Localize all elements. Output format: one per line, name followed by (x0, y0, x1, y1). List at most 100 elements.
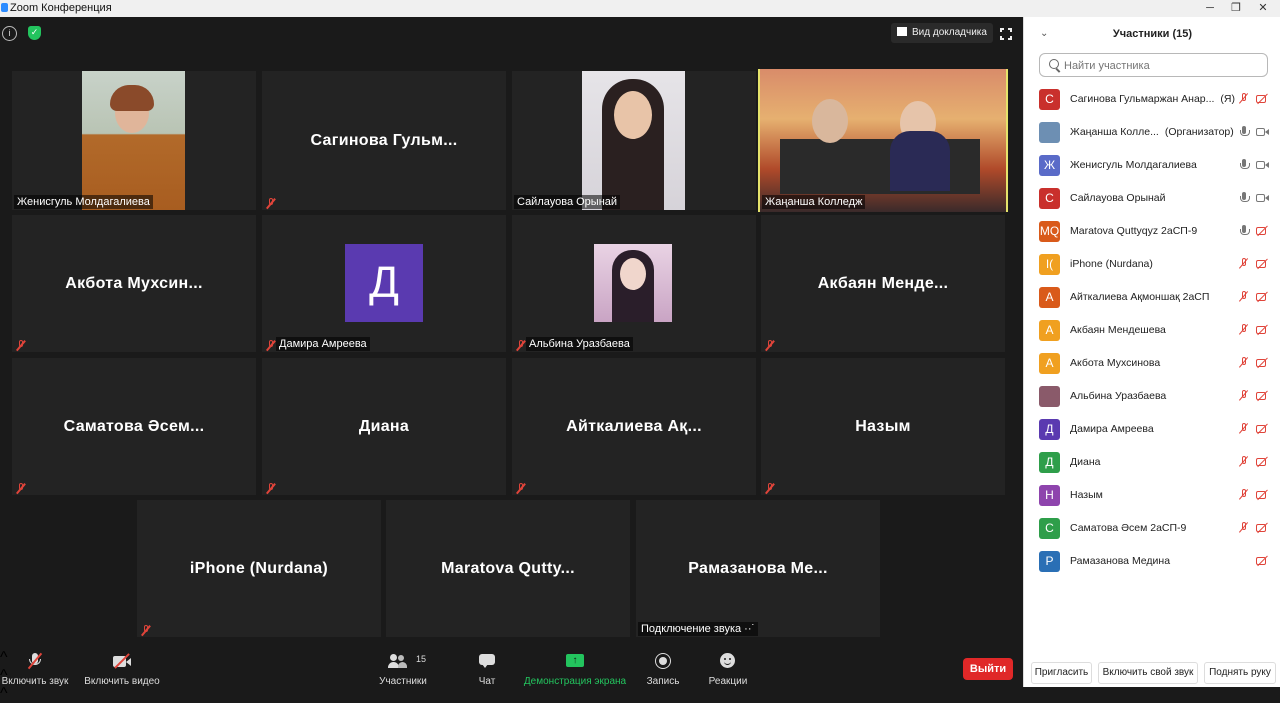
video-tile[interactable]: iPhone (Nurdana) (137, 500, 381, 637)
participant-name-title: Саматова Әсем... (63, 417, 205, 435)
video-tile[interactable]: Сайлауова Орынай (512, 71, 756, 210)
unmute-me-button[interactable]: Включить свой звук (1098, 662, 1198, 684)
participant-row[interactable]: MQ Maratova Quttyqyz 2аСП-9 (1024, 215, 1280, 248)
participant-role-tag: (Организатор) (1164, 126, 1234, 138)
muted-mic-icon (1239, 489, 1249, 501)
participant-name-text: iPhone (Nurdana) (1070, 258, 1153, 270)
mic-icon (1239, 126, 1250, 138)
muted-mic-icon (266, 198, 276, 209)
muted-mic-icon (1239, 258, 1249, 270)
participant-name: Maratova Quttyqyz 2аСП-9 (1070, 225, 1197, 237)
search-icon (1049, 59, 1059, 69)
participant-row[interactable]: Н Назым (1024, 479, 1280, 512)
participant-avatar: С (1039, 89, 1060, 110)
participant-row[interactable]: С Сайлауова Орынай (1024, 182, 1280, 215)
video-tile-active-speaker[interactable]: Жаңанша Колледж (758, 69, 1008, 212)
participant-name: Альбина Уразбаева (1070, 390, 1166, 402)
video-tile[interactable]: Maratova Qutty... (386, 500, 630, 637)
video-icon (1256, 193, 1270, 203)
search-input[interactable] (1062, 57, 1266, 75)
close-button[interactable]: ✕ (1250, 0, 1276, 17)
video-tile[interactable]: Диана (262, 358, 506, 495)
muted-mic-icon (266, 340, 276, 351)
video-tile[interactable]: Саматова Әсем... (12, 358, 256, 495)
participant-row[interactable]: С Саматова Әсем 2аСП-9 (1024, 512, 1280, 545)
participant-row[interactable]: С Сагинова Гульмаржан Анар... (Я) (1024, 83, 1280, 116)
participant-name: Сагинова Гульмаржан Анар... (Я) (1070, 93, 1235, 105)
video-off-icon (1256, 490, 1270, 500)
muted-mic-icon (16, 340, 26, 351)
video-off-icon (1256, 424, 1270, 434)
video-tile[interactable]: Акбота Мухсин... (12, 215, 256, 352)
video-off-icon (1256, 556, 1270, 566)
muted-mic-icon (765, 483, 775, 494)
reactions-button[interactable]: Реакции (706, 649, 750, 687)
video-tile[interactable]: Акбаян Менде... (761, 215, 1005, 352)
video-tile[interactable]: Рамазанова Ме... Подключение звука ··˙ (636, 500, 880, 637)
speaker-view-button[interactable]: Вид докладчика (891, 23, 993, 43)
participant-row[interactable]: А Айткалиева Ақмоншақ 2аСП (1024, 281, 1280, 314)
video-off-icon (1256, 325, 1270, 335)
participant-name: iPhone (Nurdana) (1070, 258, 1153, 270)
fullscreen-icon[interactable] (1000, 28, 1012, 40)
video-tile[interactable]: Назым (761, 358, 1005, 495)
muted-mic-icon (266, 483, 276, 494)
invite-button[interactable]: Пригласить (1031, 662, 1092, 684)
participant-row[interactable]: Ж Женисгуль Молдагалиева (1024, 149, 1280, 182)
record-icon (654, 653, 672, 669)
participant-name-text: Сайлауова Орынай (1070, 192, 1166, 204)
participant-row[interactable]: А Акбаян Мендешева (1024, 314, 1280, 347)
participant-avatar: А (1039, 287, 1060, 308)
participant-avatar: I( (1039, 254, 1060, 275)
participant-row[interactable]: Р Рамазанова Медина (1024, 545, 1280, 578)
participants-button[interactable]: 15 Участники (375, 649, 431, 687)
participant-row[interactable]: Альбина Уразбаева (1024, 380, 1280, 413)
letter-avatar: Д (345, 244, 423, 322)
security-shield-icon[interactable]: ✓ (28, 26, 41, 40)
minimize-button[interactable]: ─ (1197, 0, 1223, 17)
participant-name-text: Акбаян Мендешева (1070, 324, 1166, 336)
muted-mic-icon (1239, 324, 1249, 336)
participant-video (582, 71, 685, 210)
participant-name-title: Диана (358, 417, 410, 435)
participants-options-caret[interactable]: ^ (0, 685, 1023, 703)
leave-meeting-button[interactable]: Выйти (963, 658, 1013, 680)
video-tile[interactable]: Альбина Уразбаева (512, 215, 756, 352)
start-video-button[interactable]: Включить видео (82, 649, 162, 687)
participant-name-text: Назым (1070, 489, 1103, 501)
participant-avatar: Д (1039, 419, 1060, 440)
participant-search[interactable] (1039, 53, 1268, 77)
participant-row[interactable]: А Акбота Мухсинова (1024, 347, 1280, 380)
participant-name-text: Рамазанова Медина (1070, 555, 1171, 567)
chat-button[interactable]: Чат (467, 649, 507, 687)
participant-row[interactable]: Д Диана (1024, 446, 1280, 479)
share-screen-button[interactable]: ↑ Демонстрация экрана (522, 649, 628, 687)
maximize-button[interactable]: ❐ (1223, 0, 1249, 17)
video-tile[interactable]: Женисгуль Молдагалиева (12, 71, 256, 210)
raise-hand-button[interactable]: Поднять руку (1204, 662, 1276, 684)
record-button[interactable]: Запись (643, 649, 683, 687)
participant-avatar: А (1039, 353, 1060, 374)
video-tile[interactable]: Сагинова Гульм... (262, 71, 506, 210)
participant-name-title: Айткалиева Ақ... (566, 417, 702, 435)
participant-name-title: Рамазанова Ме... (688, 559, 828, 577)
participant-row[interactable]: Жаңанша Колле... (Организатор) (1024, 116, 1280, 149)
participant-row[interactable]: Д Дамира Амреева (1024, 413, 1280, 446)
video-tile[interactable]: Айткалиева Ақ... (512, 358, 756, 495)
muted-mic-icon (516, 483, 526, 494)
participant-row[interactable]: I( iPhone (Nurdana) (1024, 248, 1280, 281)
mic-icon (1239, 225, 1250, 237)
reactions-smiley-icon (719, 653, 737, 669)
participant-avatar (1039, 122, 1060, 143)
profile-photo (594, 244, 672, 322)
participants-count: 15 (416, 654, 427, 664)
audio-connecting-label: Подключение звука ··˙ (638, 622, 759, 636)
participant-name-text: Сагинова Гульмаржан Анар... (1070, 93, 1215, 105)
muted-mic-icon (141, 625, 151, 636)
meeting-toolbar: Включить звук ^ Включить видео ^ 15 Учас… (0, 649, 1023, 702)
video-tile[interactable]: Д Дамира Амреева (262, 215, 506, 352)
participant-name-text: Айткалиева Ақмоншақ 2аСП (1070, 291, 1210, 303)
unmute-button[interactable]: Включить звук (0, 649, 70, 687)
participant-name-title: Назым (855, 417, 911, 435)
meeting-info-icon[interactable]: i (2, 26, 17, 41)
